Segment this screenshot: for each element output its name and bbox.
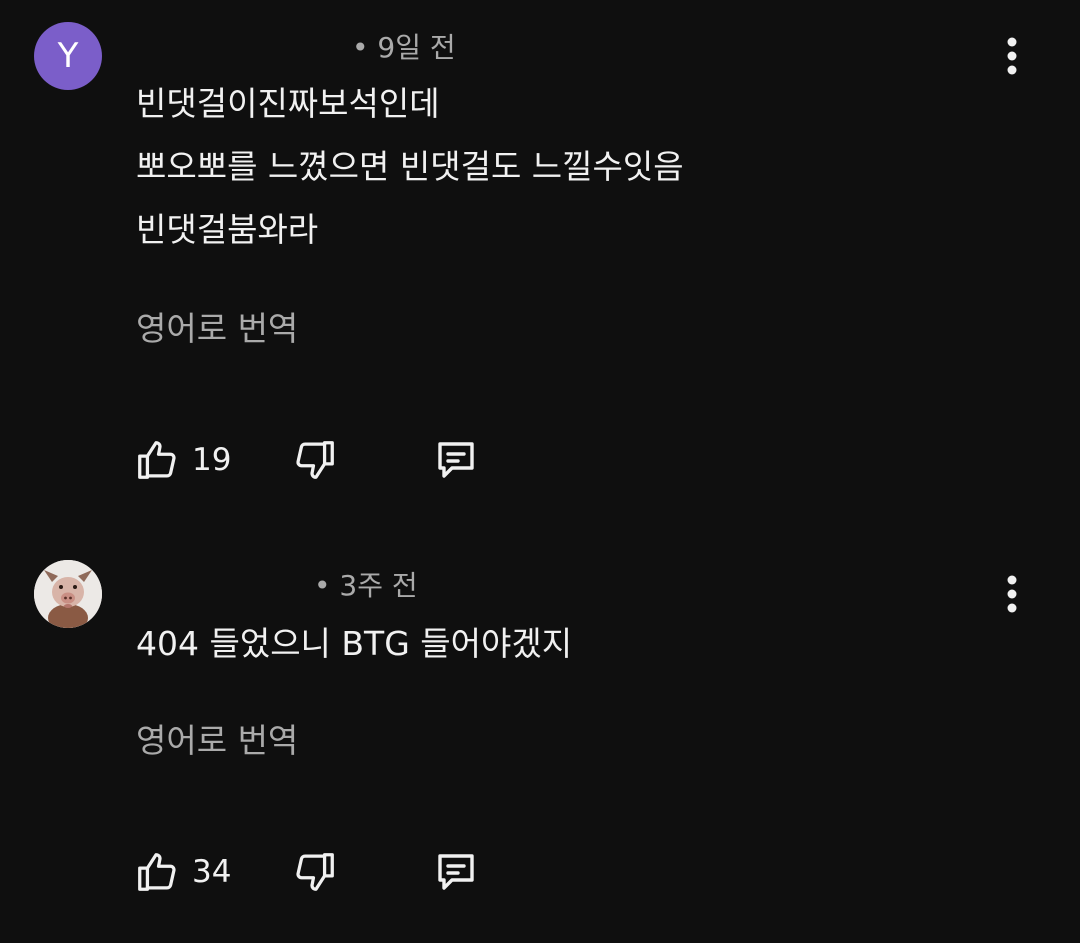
comment-line: 빈댓걸이진짜보석인데 — [136, 84, 440, 123]
more-vertical-icon — [1007, 37, 1017, 75]
comment-text: 빈댓걸이진짜보석인데 뽀오뽀를 느꼈으면 빈댓걸도 느낄수잇음 빈댓걸붐와라 — [136, 72, 684, 261]
reply-button[interactable] — [432, 848, 480, 896]
comment-item: Y • 9일 전 빈댓걸이진짜보석인데 뽀오뽀를 느꼈으면 빈댓걸도 느낄수잇음… — [0, 0, 1080, 540]
thumbs-up-icon — [138, 853, 176, 891]
avatar[interactable] — [34, 560, 102, 628]
avatar[interactable]: Y — [34, 22, 102, 90]
comment-text: 404 들었으니 BTG 들어야겠지 — [136, 612, 572, 675]
thumbs-down-icon — [296, 441, 334, 479]
comment-timestamp: • 9일 전 — [352, 31, 456, 64]
comment-item: • 3주 전 404 들었으니 BTG 들어야겠지 영어로 번역 34 — [0, 540, 1080, 943]
reply-button[interactable] — [432, 436, 480, 484]
comment-line: 404 들었으니 BTG 들어야겠지 — [136, 624, 573, 663]
pig-avatar — [34, 560, 102, 628]
comment-timestamp: • 3주 전 — [314, 569, 418, 602]
comment-line: 뽀오뽀를 느꼈으면 빈댓걸도 느낄수잇음 — [136, 147, 684, 186]
avatar-letter: Y — [57, 36, 79, 76]
more-options-button[interactable] — [992, 570, 1032, 618]
reply-icon — [438, 442, 474, 478]
like-button[interactable]: 34 — [134, 848, 231, 896]
translate-button[interactable]: 영어로 번역 — [136, 302, 298, 350]
comment-line: 빈댓걸붐와라 — [136, 210, 319, 249]
translate-button[interactable]: 영어로 번역 — [136, 714, 298, 762]
more-options-button[interactable] — [992, 32, 1032, 80]
like-count: 19 — [192, 442, 232, 478]
dislike-button[interactable] — [292, 848, 338, 896]
thumbs-down-icon — [296, 853, 334, 891]
dislike-button[interactable] — [292, 436, 338, 484]
reply-icon — [438, 854, 474, 890]
thumbs-up-icon — [138, 441, 176, 479]
like-button[interactable]: 19 — [134, 436, 231, 484]
like-count: 34 — [192, 854, 232, 890]
more-vertical-icon — [1007, 575, 1017, 613]
